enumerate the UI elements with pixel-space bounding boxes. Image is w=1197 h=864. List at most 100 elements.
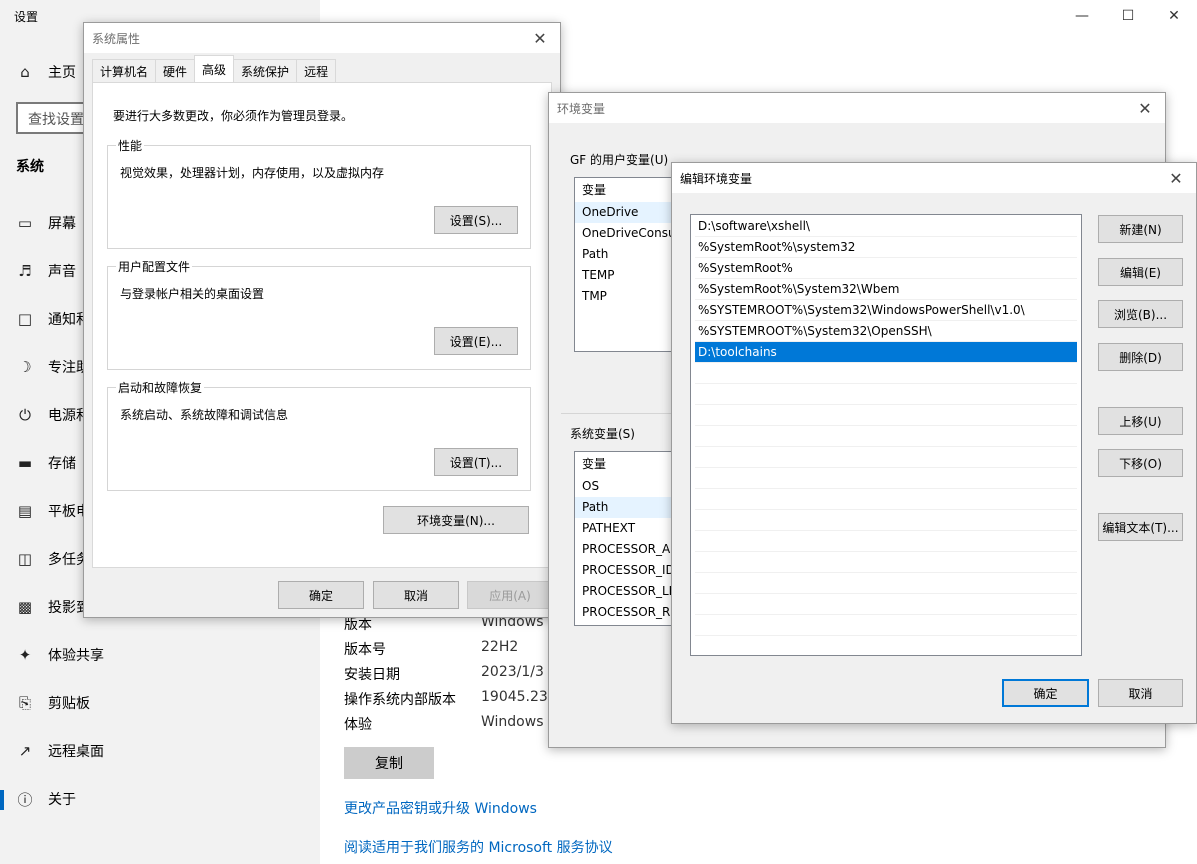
copy-button[interactable]: 复制 <box>344 747 434 779</box>
edit-environment-variable-dialog: 编辑环境变量 ✕ D:\software\xshell\ %SystemRoot… <box>671 162 1197 724</box>
empty-row: . <box>695 573 1077 594</box>
nav-item-sound[interactable]: ♬ 声音 <box>16 259 76 283</box>
tab-hardware[interactable]: 硬件 <box>155 59 196 83</box>
list-item[interactable]: %SystemRoot%\system32 <box>695 237 1077 258</box>
tab-advanced[interactable]: 高级 <box>194 55 235 83</box>
nav-item-about[interactable]: ⓘ 关于 <box>16 787 76 811</box>
upgrade-link[interactable]: 更改产品密钥或升级 Windows <box>344 798 537 818</box>
list-item[interactable]: PATHEXT <box>575 518 683 539</box>
edit-button[interactable]: 编辑(E) <box>1098 258 1183 286</box>
close-icon[interactable]: ✕ <box>520 29 560 48</box>
move-down-button[interactable]: 下移(O) <box>1098 449 1183 477</box>
nav-item-tablet[interactable]: ▤ 平板电 <box>16 499 90 523</box>
browse-button[interactable]: 浏览(B)... <box>1098 300 1183 328</box>
column-header[interactable]: 变量 <box>575 452 683 476</box>
close-icon[interactable]: ✕ <box>1151 0 1197 32</box>
cancel-button[interactable]: 取消 <box>373 581 459 609</box>
nav-home-label: 主页 <box>48 65 76 81</box>
list-item[interactable]: Path <box>575 244 683 265</box>
list-item[interactable]: TMP <box>575 286 683 307</box>
user-profiles-settings-button[interactable]: 设置(E)... <box>434 327 518 355</box>
move-up-button[interactable]: 上移(U) <box>1098 407 1183 435</box>
nav-item-remote-desktop[interactable]: ↗ 远程桌面 <box>16 739 104 763</box>
list-item[interactable]: PROCESSOR_AR <box>575 539 683 560</box>
empty-row: . <box>695 384 1077 405</box>
spec-label: 版本号 <box>344 642 386 658</box>
group-title: 用户配置文件 <box>116 258 193 275</box>
nav-item-notifications[interactable]: □ 通知和 <box>16 307 90 331</box>
list-item[interactable]: D:\software\xshell\ <box>695 216 1077 237</box>
group-desc: 与登录帐户相关的桌面设置 <box>120 287 265 301</box>
close-icon[interactable]: ✕ <box>1156 169 1196 188</box>
spec-row: 安装日期 2023/1/3 <box>344 664 544 684</box>
close-icon[interactable]: ✕ <box>1125 99 1165 118</box>
list-item[interactable]: %SystemRoot% <box>695 258 1077 279</box>
list-item[interactable]: OneDrive <box>575 202 683 223</box>
spec-row: 版本号 22H2 <box>344 639 518 659</box>
nav-item-display[interactable]: ▭ 屏幕 <box>16 211 76 235</box>
nav-item-power[interactable]: ⏻ 电源和 <box>16 403 90 427</box>
spec-row: 操作系统内部版本 19045.2364 <box>344 689 566 709</box>
path-entries-list[interactable]: D:\software\xshell\ %SystemRoot%\system3… <box>690 214 1082 656</box>
nav-item-multitask[interactable]: ◫ 多任务 <box>16 547 90 571</box>
nav-label: 屏幕 <box>48 216 76 232</box>
list-item[interactable]: TEMP <box>575 265 683 286</box>
apply-button[interactable]: 应用(A) <box>467 581 553 609</box>
project-icon: ▩ <box>17 598 33 616</box>
list-item[interactable]: PROCESSOR_ID <box>575 560 683 581</box>
spec-label: 安装日期 <box>344 667 400 683</box>
power-icon: ⏻ <box>19 406 31 424</box>
environment-variables-titlebar: 环境变量 ✕ <box>549 93 1165 123</box>
nav-label: 存储 <box>48 456 76 472</box>
system-vars-list[interactable]: 变量 OS Path PATHEXT PROCESSOR_AR PROCESSO… <box>574 451 684 626</box>
ok-button[interactable]: 确定 <box>278 581 364 609</box>
nav-label: 远程桌面 <box>48 744 104 760</box>
list-item[interactable]: PROCESSOR_LE <box>575 581 683 602</box>
storage-icon: ▬ <box>17 454 33 472</box>
list-item[interactable]: OneDriveConsu <box>575 223 683 244</box>
tab-system-protection[interactable]: 系统保护 <box>233 59 298 83</box>
list-item[interactable]: %SYSTEMROOT%\System32\OpenSSH\ <box>695 321 1077 342</box>
empty-row: . <box>695 468 1077 489</box>
list-item[interactable]: OS <box>575 476 683 497</box>
home-icon: ⌂ <box>20 63 30 81</box>
dialog-title: 环境变量 <box>557 101 606 116</box>
tab-remote[interactable]: 远程 <box>296 59 337 83</box>
empty-row: . <box>695 363 1077 384</box>
user-vars-list[interactable]: 变量 OneDrive OneDriveConsu Path TEMP TMP <box>574 177 684 352</box>
spec-value: 2023/1/3 <box>481 664 544 680</box>
tab-computer-name[interactable]: 计算机名 <box>92 59 157 83</box>
list-item[interactable]: %SYSTEMROOT%\System32\WindowsPowerShell\… <box>695 300 1077 321</box>
list-item[interactable]: Path <box>575 497 683 518</box>
nav-label: 声音 <box>48 264 76 280</box>
performance-settings-button[interactable]: 设置(S)... <box>434 206 518 234</box>
list-item-selected[interactable]: D:\toolchains <box>695 342 1077 363</box>
nav-home[interactable]: ⌂ 主页 <box>16 62 76 82</box>
nav-active-indicator <box>0 790 4 810</box>
nav-item-share[interactable]: ✦ 体验共享 <box>16 643 104 667</box>
nav-item-clipboard[interactable]: ⎘ 剪贴板 <box>16 691 90 715</box>
spec-value: 22H2 <box>481 639 519 655</box>
nav-item-storage[interactable]: ▬ 存储 <box>16 451 76 475</box>
startup-recovery-settings-button[interactable]: 设置(T)... <box>434 448 518 476</box>
column-header[interactable]: 变量 <box>575 178 683 202</box>
performance-group: 性能 视觉效果，处理器计划，内存使用，以及虚拟内存 设置(S)... <box>107 137 531 249</box>
environment-variables-button[interactable]: 环境变量(N)... <box>383 506 529 534</box>
nav-item-focus[interactable]: ☽ 专注助 <box>16 355 90 379</box>
maximize-icon[interactable]: ☐ <box>1105 0 1151 32</box>
advanced-tab-panel: 要进行大多数更改，你必须作为管理员登录。 性能 视觉效果，处理器计划，内存使用，… <box>92 82 552 568</box>
service-agreement-link[interactable]: 阅读适用于我们服务的 Microsoft 服务协议 <box>344 837 613 857</box>
remote-desktop-icon: ↗ <box>18 742 32 760</box>
window-controls: — ☐ ✕ <box>1059 0 1197 32</box>
edit-text-button[interactable]: 编辑文本(T)... <box>1098 513 1183 541</box>
empty-row: . <box>695 594 1077 615</box>
minimize-icon[interactable]: — <box>1059 0 1105 32</box>
list-item[interactable]: PROCESSOR_RE <box>575 602 683 623</box>
moon-icon: ☽ <box>18 358 32 376</box>
delete-button[interactable]: 删除(D) <box>1098 343 1183 371</box>
ok-button[interactable]: 确定 <box>1002 679 1089 707</box>
list-item[interactable]: %SystemRoot%\System32\Wbem <box>695 279 1077 300</box>
nav-item-project[interactable]: ▩ 投影到 <box>16 595 90 619</box>
new-button[interactable]: 新建(N) <box>1098 215 1183 243</box>
cancel-button[interactable]: 取消 <box>1098 679 1183 707</box>
